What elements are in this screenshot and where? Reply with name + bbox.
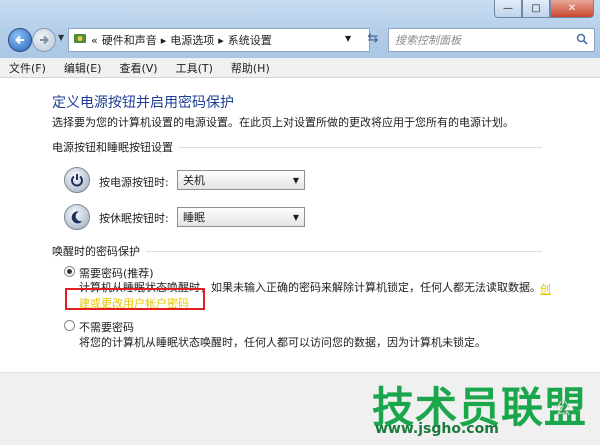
address-bar[interactable]: « 硬件和声音 ▸ 电源选项 ▸ 系统设置: [68, 28, 370, 52]
refresh-icon[interactable]: ⇆: [364, 31, 382, 46]
watermark-tail: 公: [555, 399, 572, 418]
group-header-buttons: 电源按钮和睡眠按钮设置: [52, 139, 542, 155]
breadcrumb-separator[interactable]: ▸: [161, 34, 167, 47]
sleep-button-select[interactable]: 睡眠 ▼: [177, 207, 305, 227]
highlight-box: [65, 288, 205, 310]
back-arrow-icon: [15, 35, 24, 45]
search-box[interactable]: 搜索控制面板: [388, 28, 595, 52]
power-button-icon: [64, 167, 90, 193]
back-button[interactable]: [8, 28, 32, 52]
sleep-button-label: 按休眠按钮时:: [99, 212, 169, 225]
group-header-password: 唤醒时的密码保护: [52, 243, 542, 259]
forward-button[interactable]: [32, 28, 56, 52]
menu-edit[interactable]: 编辑(E): [55, 60, 111, 76]
group-title: 电源按钮和睡眠按钮设置: [52, 141, 173, 154]
menu-help[interactable]: 帮助(H): [222, 60, 279, 76]
breadcrumb-power-options[interactable]: 电源选项: [170, 32, 214, 48]
chevron-down-icon: ▼: [292, 175, 299, 185]
menu-file[interactable]: 文件(F): [0, 60, 55, 76]
require-password-radio[interactable]: [64, 266, 75, 277]
power-button-label: 按电源按钮时:: [99, 176, 169, 189]
menu-tools[interactable]: 工具(T): [167, 60, 222, 76]
address-overflow[interactable]: «: [91, 34, 98, 47]
divider: [179, 146, 542, 148]
history-dropdown-icon[interactable]: ▼: [58, 33, 64, 42]
no-password-desc: 将您的计算机从睡眠状态唤醒时，任何人都可以访问您的数据，因为计算机未锁定。: [79, 336, 486, 349]
power-button-select[interactable]: 关机 ▼: [177, 170, 305, 190]
require-password-label[interactable]: 需要密码(推荐): [79, 265, 154, 281]
search-input[interactable]: 搜索控制面板: [389, 32, 576, 48]
page-title: 定义电源按钮并启用密码保护: [52, 95, 234, 111]
close-button[interactable]: ✕: [550, 0, 594, 18]
breadcrumb-hardware-sound[interactable]: 硬件和声音: [102, 32, 157, 48]
forward-arrow-icon: [40, 35, 49, 45]
group-title: 唤醒时的密码保护: [52, 245, 140, 258]
no-password-label[interactable]: 不需要密码: [79, 319, 134, 335]
chevron-down-icon: ▼: [292, 212, 299, 222]
no-password-radio[interactable]: [64, 320, 75, 331]
select-value: 关机: [183, 174, 205, 187]
control-panel-icon: [73, 32, 87, 49]
minimize-button[interactable]: —: [494, 0, 522, 18]
address-dropdown-icon[interactable]: ▼: [345, 34, 351, 43]
watermark-url: www.jsgho.com: [375, 421, 499, 437]
change-password-link[interactable]: 创: [540, 281, 551, 297]
divider: [146, 250, 542, 252]
breadcrumb-separator[interactable]: ▸: [218, 34, 224, 47]
menu-bar: 文件(F) 编辑(E) 查看(V) 工具(T) 帮助(H): [0, 58, 600, 78]
maximize-button[interactable]: □: [522, 0, 550, 18]
breadcrumb-system-settings[interactable]: 系统设置: [228, 32, 272, 48]
menu-view[interactable]: 查看(V): [110, 60, 166, 76]
intro-text: 选择要为您的计算机设置的电源设置。在此页上对设置所做的更改将应用于您所有的电源计…: [52, 116, 514, 129]
sleep-button-icon: [64, 204, 90, 230]
window-controls: — □ ✕: [494, 0, 594, 18]
radio-selected-dot: [67, 269, 72, 274]
search-icon[interactable]: [576, 33, 594, 48]
select-value: 睡眠: [183, 211, 205, 224]
